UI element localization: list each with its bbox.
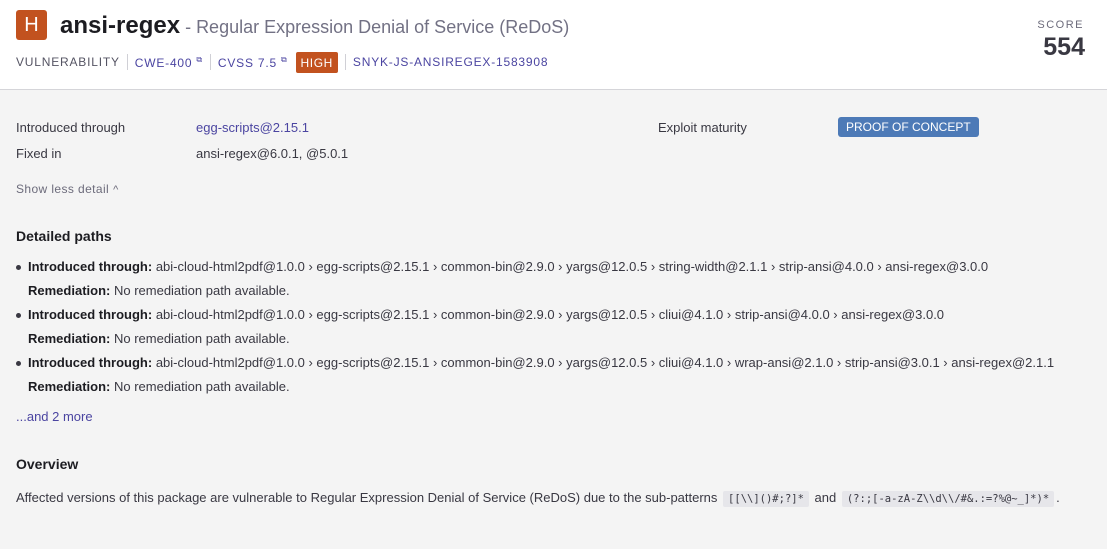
- chevron-up-icon: ^: [113, 184, 119, 196]
- path-entry: Introduced through: abi-cloud-html2pdf@1…: [16, 354, 1054, 396]
- vulnerability-name: Regular Expression Denial of Service (Re…: [196, 17, 570, 37]
- introduced-through-label: Introduced through:: [28, 355, 153, 370]
- remediation-label: Remediation:: [28, 331, 111, 346]
- cvss-link[interactable]: CVSS 7.5 ⧉: [218, 55, 288, 70]
- package-name: ansi-regex: [60, 12, 181, 39]
- introduced-through-link[interactable]: egg-scripts@2.15.1: [196, 119, 309, 137]
- fixed-in-value: ansi-regex@6.0.1, @5.0.1: [196, 146, 349, 161]
- type-label: VULNERABILITY: [16, 55, 120, 69]
- show-more-paths-link[interactable]: ...and 2 more: [16, 409, 93, 424]
- fixed-in-label: Fixed in: [16, 146, 62, 161]
- cwe-link[interactable]: CWE-400 ⧉: [135, 55, 203, 70]
- path-entry: Introduced through: abi-cloud-html2pdf@1…: [16, 306, 944, 348]
- divider: [209, 54, 211, 70]
- severity-high-icon: H: [16, 10, 47, 40]
- introduced-through-label: Introduced through:: [28, 307, 153, 322]
- score-value: 554: [1043, 33, 1085, 61]
- path-entry: Introduced through: abi-cloud-html2pdf@1…: [16, 258, 988, 300]
- introduced-through-label: Introduced through: [16, 120, 126, 135]
- code-snippet: [[\\]()#;?]*: [723, 491, 809, 507]
- vulnerability-title: ansi-regex - Regular Expression Denial o…: [60, 11, 569, 44]
- overview-text: Affected versions of this package are vu…: [16, 490, 1060, 507]
- exploit-maturity-badge: PROOF OF CONCEPT: [838, 117, 979, 137]
- bullet: [16, 265, 21, 270]
- divider: [126, 54, 128, 70]
- remediation-text: No remediation path available.: [113, 379, 290, 394]
- title-separator: -: [180, 17, 197, 37]
- detailed-paths-heading: Detailed paths: [16, 228, 112, 244]
- dependency-path: abi-cloud-html2pdf@1.0.0 › egg-scripts@2…: [155, 307, 945, 322]
- dependency-path: abi-cloud-html2pdf@1.0.0 › egg-scripts@2…: [155, 355, 1055, 370]
- exploit-maturity-label: Exploit maturity: [658, 120, 747, 135]
- remediation-label: Remediation:: [28, 283, 111, 298]
- overview-heading: Overview: [16, 456, 79, 472]
- vulnerability-header: H ansi-regex - Regular Expression Denial…: [0, 0, 1107, 90]
- introduced-through-label: Introduced through:: [28, 259, 153, 274]
- remediation-text: No remediation path available.: [113, 331, 290, 346]
- dependency-path: abi-cloud-html2pdf@1.0.0 › egg-scripts@2…: [155, 259, 989, 274]
- external-link-icon: ⧉: [281, 54, 288, 64]
- divider: [344, 54, 346, 70]
- code-snippet: (?:;[-a-zA-Z\\d\\/#&.:=?%@~_]*)*: [841, 491, 1055, 507]
- bullet: [16, 313, 21, 318]
- severity-badge: HIGH: [295, 51, 338, 73]
- snyk-id-link[interactable]: SNYK-JS-ANSIREGEX-1583908: [353, 55, 548, 69]
- score-label: SCORE: [1037, 19, 1084, 31]
- remediation-text: No remediation path available.: [113, 283, 290, 298]
- show-less-detail-toggle[interactable]: Show less detail ^: [16, 182, 119, 196]
- bullet: [16, 361, 21, 366]
- vulnerability-meta: VULNERABILITY CWE-400 ⧉ CVSS 7.5 ⧉ HIGH SN…: [16, 51, 548, 73]
- remediation-label: Remediation:: [28, 379, 111, 394]
- external-link-icon: ⧉: [196, 54, 203, 64]
